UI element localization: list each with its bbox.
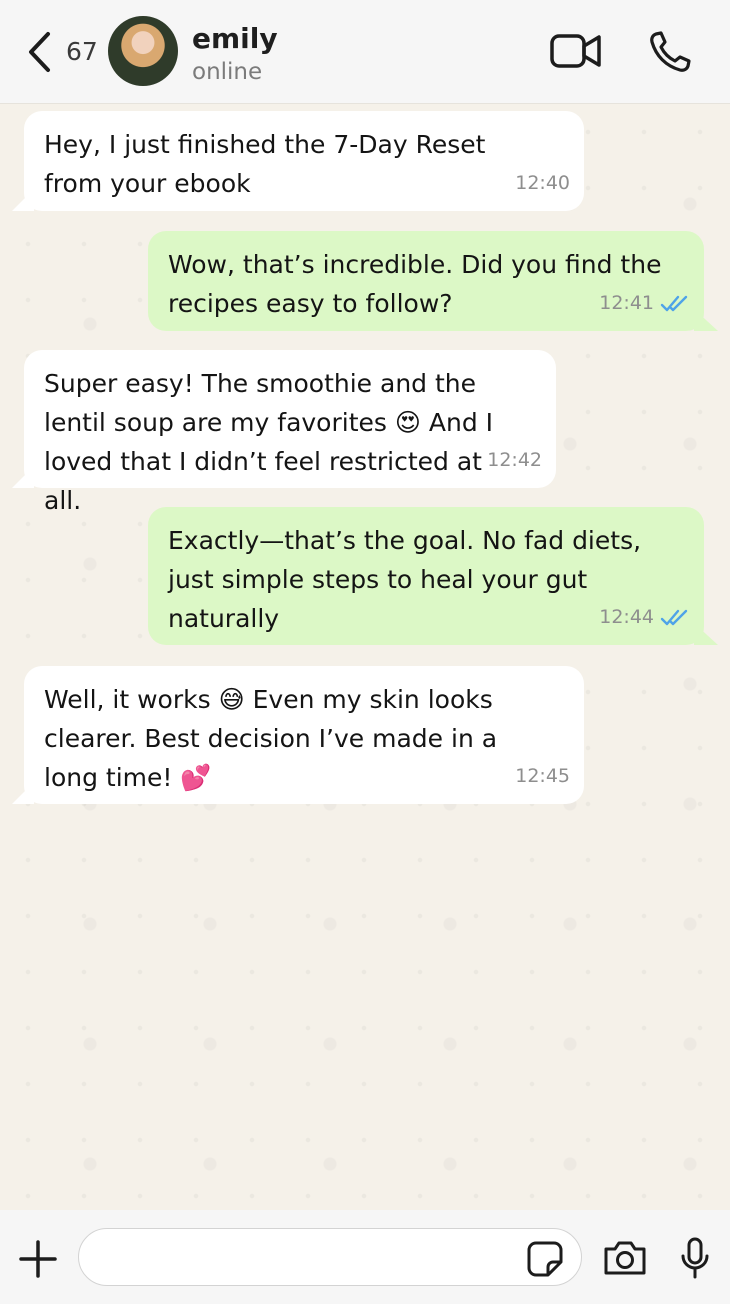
- plus-icon[interactable]: [18, 1239, 58, 1279]
- message-input[interactable]: [78, 1228, 582, 1286]
- back-button[interactable]: 67: [26, 28, 106, 76]
- message-time: 12:40: [515, 172, 570, 194]
- unread-count: 67: [66, 37, 98, 66]
- double-check-icon: [660, 609, 688, 625]
- message-bubble-outgoing[interactable]: Exactly—that’s the goal. No fad diets, j…: [148, 507, 704, 645]
- double-check-icon: [660, 295, 688, 311]
- message-bubble-incoming[interactable]: Super easy! The smoothie and the lentil …: [24, 350, 556, 515]
- phone-icon[interactable]: [648, 30, 692, 74]
- message-time: 12:42: [487, 449, 542, 471]
- message-time: 12:45: [515, 765, 570, 787]
- message-text: Well, it works 😅 Even my skin looks clea…: [44, 680, 524, 797]
- chat-header: 67 emily online: [0, 0, 730, 104]
- sticker-icon[interactable]: [526, 1240, 564, 1278]
- chevron-left-icon: [29, 32, 50, 72]
- contact-status: online: [192, 59, 263, 85]
- message-composer: [0, 1210, 730, 1304]
- message-time: 12:41: [599, 292, 654, 314]
- video-call-icon[interactable]: [550, 30, 602, 72]
- message-meta: 12:44: [599, 598, 690, 637]
- message-bubble-incoming[interactable]: Hey, I just finished the 7-Day Reset fro…: [24, 111, 584, 211]
- contact-name[interactable]: emily: [192, 22, 278, 55]
- emoji: 😅: [218, 685, 245, 714]
- message-text: Super easy! The smoothie and the lentil …: [44, 369, 494, 515]
- message-text: Exactly—that’s the goal. No fad diets, j…: [168, 526, 642, 633]
- avatar[interactable]: [108, 16, 178, 86]
- message-meta: 12:41: [599, 284, 690, 323]
- emoji: 💕: [180, 763, 212, 792]
- camera-icon[interactable]: [602, 1239, 648, 1277]
- emoji: 😍: [394, 408, 421, 437]
- message-text: Hey, I just finished the 7-Day Reset fro…: [44, 130, 486, 198]
- message-bubble-incoming[interactable]: Well, it works 😅 Even my skin looks clea…: [24, 666, 584, 804]
- message-list[interactable]: Hey, I just finished the 7-Day Reset fro…: [0, 104, 730, 1210]
- message-bubble-outgoing[interactable]: Wow, that’s incredible. Did you find the…: [148, 231, 704, 331]
- microphone-icon[interactable]: [680, 1236, 710, 1280]
- message-time: 12:44: [599, 606, 654, 628]
